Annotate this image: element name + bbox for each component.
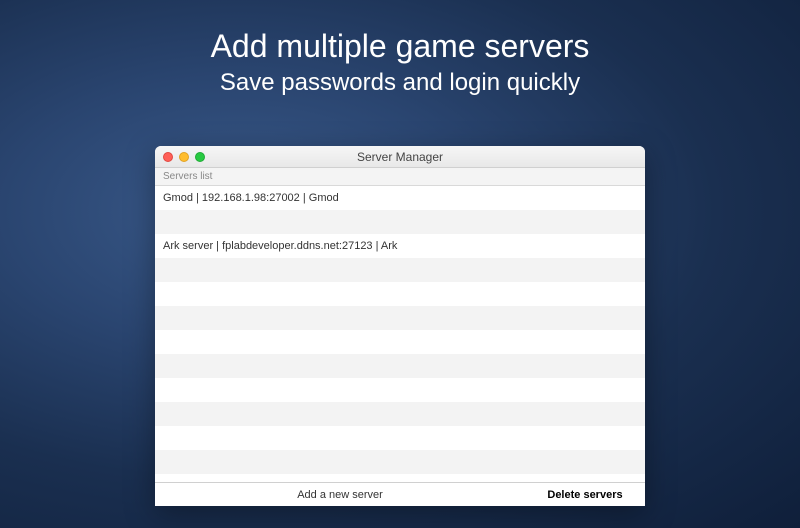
traffic-lights — [155, 152, 205, 162]
titlebar[interactable]: Server Manager — [155, 146, 645, 168]
servers-list: Gmod | 192.168.1.98:27002 | Gmod Ark ser… — [155, 186, 645, 482]
close-icon[interactable] — [163, 152, 173, 162]
list-item[interactable] — [155, 282, 645, 306]
list-item[interactable] — [155, 210, 645, 234]
list-item[interactable] — [155, 258, 645, 282]
list-item[interactable] — [155, 354, 645, 378]
list-item[interactable] — [155, 378, 645, 402]
list-header: Servers list — [155, 168, 645, 186]
toolbar: Add a new server Delete servers — [155, 482, 645, 506]
maximize-icon[interactable] — [195, 152, 205, 162]
list-item[interactable] — [155, 426, 645, 450]
list-item[interactable]: Ark server | fplabdeveloper.ddns.net:271… — [155, 234, 645, 258]
list-item[interactable] — [155, 450, 645, 474]
promo-subtitle: Save passwords and login quickly — [0, 69, 800, 97]
delete-servers-button[interactable]: Delete servers — [525, 483, 645, 506]
list-item[interactable] — [155, 330, 645, 354]
window-title: Server Manager — [155, 150, 645, 164]
promo-title: Add multiple game servers — [0, 28, 800, 65]
list-item[interactable]: Gmod | 192.168.1.98:27002 | Gmod — [155, 186, 645, 210]
list-item[interactable] — [155, 306, 645, 330]
app-window: Server Manager Servers list Gmod | 192.1… — [155, 146, 645, 506]
add-server-button[interactable]: Add a new server — [155, 483, 525, 506]
list-item[interactable] — [155, 402, 645, 426]
minimize-icon[interactable] — [179, 152, 189, 162]
